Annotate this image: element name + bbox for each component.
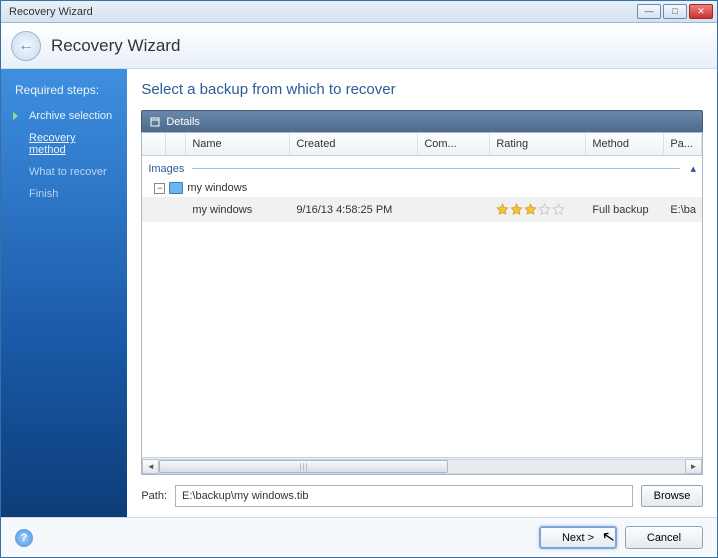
path-input[interactable]: [175, 485, 633, 507]
archive-node[interactable]: − my windows: [142, 179, 702, 197]
archive-name: my windows: [187, 182, 247, 194]
main-panel: Select a backup from which to recover De…: [127, 69, 717, 517]
scroll-left-button[interactable]: ◄: [142, 459, 159, 474]
step-recovery-method[interactable]: Recovery method: [1, 127, 127, 161]
collapse-icon[interactable]: ▴: [684, 162, 696, 175]
star-icon[interactable]: [552, 203, 565, 216]
col-icon[interactable]: [166, 133, 186, 155]
path-row: Path: Browse: [141, 475, 703, 517]
star-icon[interactable]: [496, 203, 509, 216]
maximize-button[interactable]: □: [663, 4, 687, 19]
archive-icon: [169, 182, 183, 194]
step-finish[interactable]: Finish: [1, 183, 127, 205]
next-button[interactable]: Next >: [539, 526, 617, 549]
browse-button[interactable]: Browse: [641, 485, 703, 507]
cell-created: 9/16/13 4:58:25 PM: [290, 202, 418, 218]
col-expander[interactable]: [142, 133, 166, 155]
grid-body: Images ▴ − my windows my windows 9/16/13…: [142, 156, 702, 457]
window-title: Recovery Wizard: [5, 6, 637, 18]
back-button[interactable]: ←: [11, 31, 41, 61]
col-created[interactable]: Created: [290, 133, 418, 155]
cell-method: Full backup: [586, 202, 664, 218]
horizontal-scrollbar[interactable]: ◄ ||| ►: [142, 457, 702, 474]
col-rating[interactable]: Rating: [490, 133, 586, 155]
col-method[interactable]: Method: [586, 133, 664, 155]
wizard-footer: ? Next > Cancel: [1, 517, 717, 557]
scroll-thumb[interactable]: |||: [159, 460, 448, 473]
details-icon: [150, 117, 160, 127]
group-divider: [192, 168, 680, 169]
step-label: Recovery method: [29, 132, 113, 156]
minimize-button[interactable]: —: [637, 4, 661, 19]
star-icon[interactable]: [524, 203, 537, 216]
step-label: Archive selection: [29, 110, 112, 122]
cell-path: E:\ba: [664, 202, 702, 218]
titlebar[interactable]: Recovery Wizard — □ ✕: [1, 1, 717, 23]
scroll-track[interactable]: |||: [159, 459, 685, 474]
group-label: Images: [148, 163, 184, 175]
cell-name: my windows: [186, 202, 290, 218]
scroll-right-button[interactable]: ►: [685, 459, 702, 474]
tree-collapse-icon[interactable]: −: [154, 183, 165, 194]
details-label: Details: [166, 116, 200, 128]
grid-header: Name Created Com... Rating Method Pa...: [142, 133, 702, 156]
wizard-header: ← Recovery Wizard: [1, 23, 717, 69]
cell-rating: [490, 201, 586, 218]
sidebar-heading: Required steps:: [1, 79, 127, 105]
backup-row[interactable]: my windows 9/16/13 4:58:25 PM Full backu…: [142, 197, 702, 222]
rating-stars[interactable]: [496, 203, 580, 216]
step-label: Finish: [29, 188, 58, 200]
group-images[interactable]: Images ▴: [142, 160, 702, 179]
wizard-body: Required steps: Archive selection Recove…: [1, 69, 717, 517]
page-title: Recovery Wizard: [51, 36, 180, 56]
recovery-wizard-window: Recovery Wizard — □ ✕ ← Recovery Wizard …: [0, 0, 718, 558]
step-label: What to recover: [29, 166, 107, 178]
col-comments[interactable]: Com...: [418, 133, 490, 155]
star-icon[interactable]: [538, 203, 551, 216]
help-icon[interactable]: ?: [15, 529, 33, 547]
col-path[interactable]: Pa...: [664, 133, 702, 155]
arrow-left-icon: ←: [18, 37, 34, 55]
col-name[interactable]: Name: [186, 133, 290, 155]
cell-comments: [418, 208, 490, 212]
window-controls: — □ ✕: [637, 4, 713, 19]
step-what-to-recover[interactable]: What to recover: [1, 161, 127, 183]
main-heading: Select a backup from which to recover: [141, 81, 703, 98]
steps-sidebar: Required steps: Archive selection Recove…: [1, 69, 127, 517]
backup-grid: Name Created Com... Rating Method Pa... …: [141, 132, 703, 475]
cancel-button[interactable]: Cancel: [625, 526, 703, 549]
step-archive-selection[interactable]: Archive selection: [1, 105, 127, 127]
details-toolbar[interactable]: Details: [141, 110, 703, 132]
path-label: Path:: [141, 490, 167, 502]
star-icon[interactable]: [510, 203, 523, 216]
close-button[interactable]: ✕: [689, 4, 713, 19]
